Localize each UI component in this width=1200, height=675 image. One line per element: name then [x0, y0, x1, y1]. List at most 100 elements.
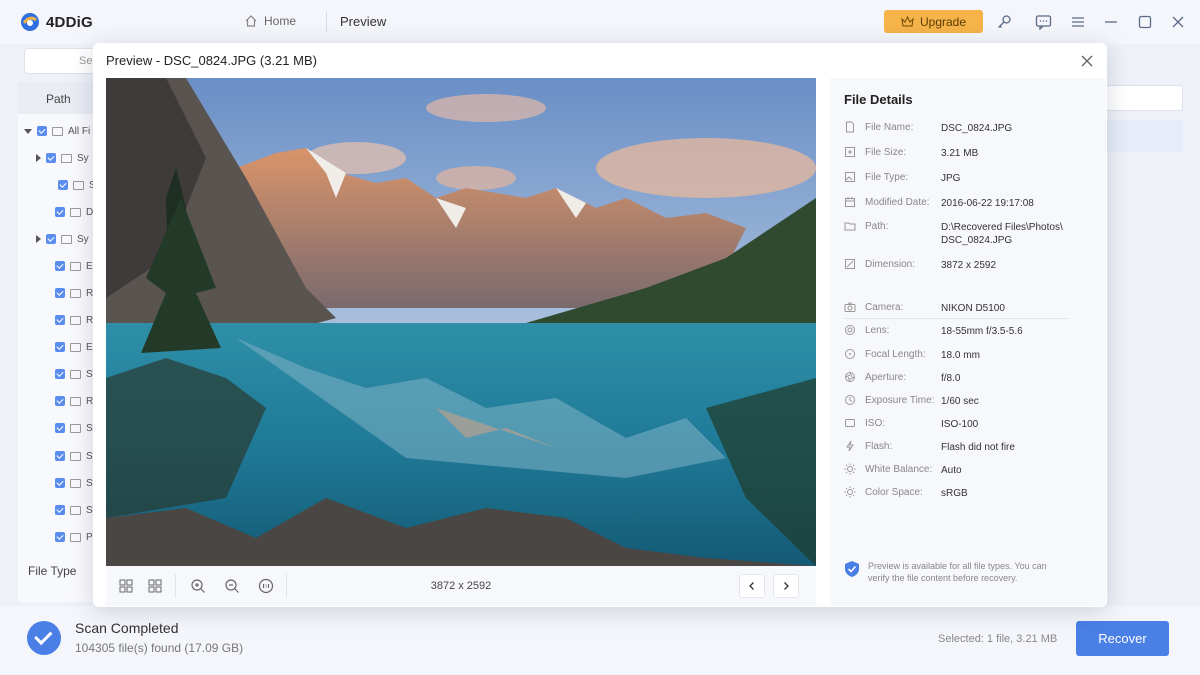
nav-preview[interactable]: Preview [340, 14, 386, 29]
selection-summary: Selected: 1 file, 3.21 MB [938, 633, 1058, 645]
folder-icon [70, 532, 81, 542]
upgrade-label: Upgrade [919, 14, 967, 29]
image-type-icon [845, 172, 855, 182]
file-type-tab[interactable]: File Type [18, 548, 98, 596]
folder-icon [70, 207, 81, 217]
tree-item[interactable]: Sy [36, 232, 89, 246]
zoom-out-icon[interactable] [224, 578, 240, 594]
drive-icon [52, 126, 63, 136]
checkbox[interactable] [37, 126, 47, 136]
folder-icon [70, 261, 81, 271]
detail-row-file-type: File Type: JPG [844, 172, 1094, 185]
toolbar-divider [286, 574, 287, 598]
flash-icon [846, 440, 854, 452]
checkbox[interactable] [55, 369, 65, 379]
tree-item[interactable]: Pr [55, 530, 96, 544]
detail-row-dimension: Dimension: 3872 x 2592 [844, 259, 1094, 272]
zoom-in-icon[interactable] [190, 578, 206, 594]
upgrade-button[interactable]: Upgrade [884, 10, 983, 33]
detail-row-file-name: File Name: DSC_0824.JPG [844, 121, 1094, 135]
file-details-panel: File Details File Name: DSC_0824.JPG Fil… [830, 78, 1106, 606]
aperture-icon [845, 372, 855, 382]
white-balance-icon [844, 463, 856, 475]
maximize-icon[interactable] [1135, 12, 1155, 32]
logo-icon [21, 13, 39, 31]
checkbox[interactable] [58, 180, 68, 190]
chevron-right-icon [784, 582, 789, 590]
tree-item-label: Sy [77, 233, 89, 245]
fit-view-icon[interactable] [118, 578, 134, 594]
checkbox[interactable] [55, 451, 65, 461]
background-selected-row[interactable] [1105, 120, 1183, 152]
checkbox[interactable] [55, 532, 65, 542]
close-window-icon[interactable] [1168, 12, 1188, 32]
next-button[interactable] [773, 574, 799, 598]
file-icon [846, 121, 854, 133]
checkbox[interactable] [55, 261, 65, 271]
checkbox[interactable] [55, 315, 65, 325]
folder-icon [70, 451, 81, 461]
folder-icon [844, 222, 856, 231]
menu-icon[interactable] [1068, 12, 1088, 32]
details-divider [844, 318, 1070, 319]
checkbox[interactable] [55, 342, 65, 352]
calendar-icon [845, 197, 855, 207]
notice-line-1: Preview is available for all file types.… [868, 561, 1047, 571]
image-toolbar: 3872 x 2592 [106, 566, 816, 606]
tree-item[interactable]: Sy [55, 476, 98, 490]
checkbox[interactable] [55, 288, 65, 298]
tree-item[interactable]: Sy [36, 151, 89, 165]
tree-item[interactable]: Sy [55, 449, 98, 463]
preview-title: Preview - DSC_0824.JPG (3.21 MB) [106, 53, 317, 68]
folder-icon [70, 396, 81, 406]
expand-icon[interactable] [36, 154, 41, 162]
checkbox[interactable] [55, 423, 65, 433]
checkbox[interactable] [55, 207, 65, 217]
nav-home[interactable]: Home [244, 14, 296, 28]
tree-root-label: All Fi [68, 125, 91, 137]
feedback-icon[interactable] [1033, 12, 1053, 32]
collapse-icon[interactable] [24, 128, 32, 134]
detail-row-aperture: Aperture: f/8.0 [844, 372, 1094, 385]
scan-status-title: Scan Completed [75, 620, 179, 636]
notice-line-2: verify the file content before recovery. [868, 573, 1018, 583]
tree-item[interactable]: Ex [55, 340, 98, 354]
close-icon[interactable] [1079, 53, 1095, 69]
tree-item[interactable]: Sy [55, 367, 98, 381]
background-filter-input[interactable] [1105, 85, 1183, 111]
checkbox[interactable] [55, 478, 65, 488]
tree-root[interactable]: All Fi [24, 124, 90, 138]
folder-icon [73, 180, 84, 190]
title-bar: 4DDiG Home Preview Upgrade [0, 0, 1200, 44]
actual-size-icon[interactable] [258, 578, 274, 594]
lens-icon [845, 325, 855, 335]
home-icon [245, 15, 257, 27]
focal-length-icon [845, 349, 855, 359]
previous-button[interactable] [739, 574, 765, 598]
checkbox[interactable] [46, 234, 56, 244]
folder-icon [70, 369, 81, 379]
preview-dialog: Preview - DSC_0824.JPG (3.21 MB) 3872 x … [93, 43, 1107, 607]
key-icon[interactable] [994, 12, 1014, 32]
path-tab[interactable]: Path [18, 82, 98, 114]
grid-view-icon[interactable] [147, 578, 163, 594]
crown-icon [901, 16, 914, 27]
checkbox[interactable] [55, 396, 65, 406]
minimize-icon[interactable] [1101, 12, 1121, 32]
folder-icon [70, 505, 81, 515]
tree-item[interactable]: Sy [55, 421, 98, 435]
checkbox[interactable] [55, 505, 65, 515]
tree-item[interactable]: Ex [55, 259, 98, 273]
nav-home-label: Home [264, 14, 297, 28]
checkbox[interactable] [46, 153, 56, 163]
recover-button[interactable]: Recover [1076, 621, 1169, 656]
expand-icon[interactable] [36, 235, 41, 243]
detail-row-exposure-time: Exposure Time: 1/60 sec [844, 395, 1094, 408]
detail-row-white-balance: White Balance: Auto [844, 463, 1094, 477]
folder-icon [70, 423, 81, 433]
nav-divider [326, 12, 327, 32]
detail-row-modified-date: Modified Date: 2016-06-22 19:17:08 [844, 197, 1094, 210]
detail-row-color-space: Color Space: sRGB [844, 486, 1094, 500]
background-search-input[interactable]: Se [24, 48, 104, 74]
tree-item[interactable]: Sy [55, 503, 98, 517]
